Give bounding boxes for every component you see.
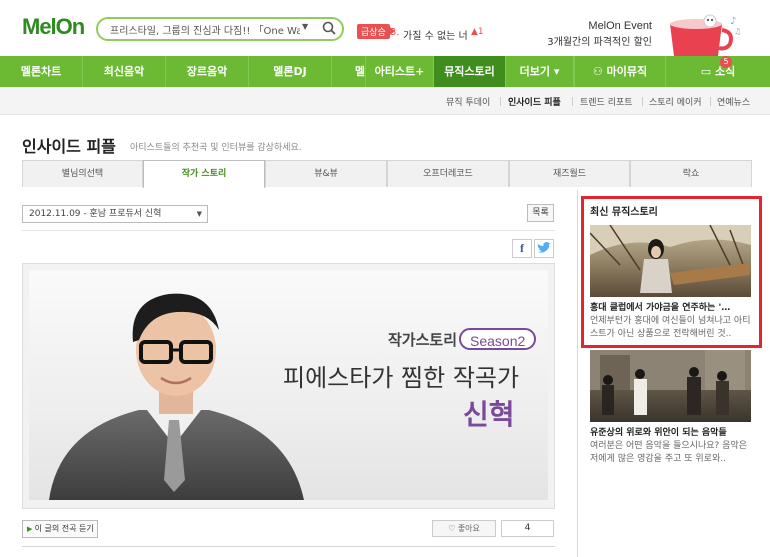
- banner-name: 신혁: [463, 398, 515, 431]
- chevron-down-icon: ▼: [196, 210, 202, 218]
- page-title: 인사이드 피플: [22, 137, 116, 156]
- divider: [22, 546, 555, 547]
- twitter-share-button[interactable]: [534, 239, 554, 258]
- header: MelOn 프리스타일, 그룹의 진심과 다짐!! 「One Way」 ▼ 급상…: [0, 0, 770, 61]
- listen-all-label: 이 글의 전곡 듣기: [34, 524, 94, 533]
- nav-music-story[interactable]: 뮤직스토리: [434, 56, 506, 87]
- svg-text:♪: ♪: [730, 16, 736, 27]
- street-musicians-photo: [590, 350, 751, 415]
- story-thumbnail[interactable]: [590, 350, 751, 422]
- main-nav: 멜론차트 최신음악 장르음악 멜론DJ 멜론TV 아티스트+ 뮤직스토리 더보기…: [0, 56, 770, 87]
- divider: [642, 97, 643, 106]
- hot-keyword-link[interactable]: 가질 수 없는 너: [403, 27, 468, 42]
- rank-change: ▲1: [471, 27, 484, 37]
- nav-melon-dj[interactable]: 멜론DJ: [249, 56, 332, 87]
- date-select[interactable]: 2012.11.09 - 훈남 프로듀서 신혁 ▼: [22, 205, 208, 223]
- story-headline-2[interactable]: 유준상의 위로와 위안이 되는 음악들: [590, 425, 752, 438]
- story-desc-2[interactable]: 여러분은 어떤 음악을 들으시나요? 음악은 저에게 많은 영감을 주고 또 위…: [590, 440, 752, 466]
- event-subtitle[interactable]: 3개월간의 파격적인 할인: [540, 33, 652, 48]
- event-title[interactable]: MelOn Event: [560, 20, 652, 32]
- search-input[interactable]: 프리스타일, 그룹의 진심과 다짐!! 「One Way」: [110, 22, 300, 37]
- tab-off-the-record[interactable]: 오프더레코드: [387, 160, 509, 187]
- heart-icon: ♡: [448, 524, 458, 533]
- divider: [500, 97, 501, 106]
- play-icon: ▶: [27, 525, 35, 533]
- coffee-cup-icon[interactable]: ♪ ♫: [664, 12, 740, 62]
- twitter-icon: [537, 242, 551, 253]
- listen-all-button[interactable]: ▶ 이 글의 전곡 듣기: [22, 520, 98, 538]
- facebook-share-button[interactable]: f: [512, 239, 532, 258]
- subnav-inside-people[interactable]: 인사이드 피플: [508, 95, 561, 108]
- my-music-label: 마이뮤직: [606, 65, 648, 78]
- divider: [710, 97, 711, 106]
- tab-rock-show[interactable]: 락쇼: [630, 160, 752, 187]
- subnav-music-today[interactable]: 뮤직 투데이: [446, 95, 490, 108]
- tab-view-and-view[interactable]: 뷰&뷰: [265, 160, 387, 187]
- nav-genre-music[interactable]: 장르음악: [166, 56, 249, 87]
- tab-writer-story[interactable]: 작가 스토리: [143, 160, 265, 188]
- subnav-story-maker[interactable]: 스토리 메이커: [649, 95, 702, 108]
- nav-my-music[interactable]: ⚇ 마이뮤직: [574, 56, 666, 87]
- nav-news[interactable]: ▭ 소식: [666, 56, 770, 87]
- divider: [572, 97, 573, 106]
- banner-headline: 피에스타가 찜한 작곡가: [283, 364, 520, 392]
- page-description: 아티스트들의 추천곡 및 인터뷰를 감상하세요.: [130, 143, 302, 153]
- tab-jazz-world[interactable]: 재즈월드: [509, 160, 630, 187]
- sub-nav: 뮤직 투데이 인사이드 피플 트렌드 리포트 스토리 메이커 연예뉴스: [0, 87, 770, 115]
- hot-badge: 급상승: [357, 24, 395, 39]
- hot-rank: 3.: [390, 27, 400, 38]
- column-divider: [577, 190, 578, 557]
- chevron-down-icon[interactable]: ▼: [302, 22, 308, 31]
- nav-artist-plus[interactable]: 아티스트+: [365, 56, 434, 87]
- subnav-trend-report[interactable]: 트렌드 리포트: [580, 95, 633, 108]
- date-select-value: 2012.11.09 - 훈남 프로듀서 신혁: [29, 209, 162, 219]
- divider: [22, 230, 555, 231]
- subnav-entertainment-news[interactable]: 연예뉴스: [717, 95, 750, 108]
- nav-more[interactable]: 더보기 ▾: [506, 56, 574, 87]
- svg-text:♫: ♫: [734, 27, 740, 36]
- like-label: 좋아요: [457, 524, 480, 533]
- person-icon: ⚇: [592, 65, 607, 78]
- like-count: 4: [501, 520, 554, 537]
- nav-melon-chart[interactable]: 멜론차트: [0, 56, 83, 87]
- nav-latest-music[interactable]: 최신음악: [83, 56, 166, 87]
- banner-series-label: 작가스토리: [388, 331, 458, 349]
- highlight-box: [581, 196, 762, 348]
- search-box[interactable]: 프리스타일, 그룹의 진심과 다짐!! 「One Way」 ▼: [96, 17, 344, 41]
- news-count-badge: 5: [720, 56, 732, 68]
- banner-season-pill: Season2: [459, 328, 537, 350]
- melon-logo[interactable]: MelOn: [22, 14, 85, 40]
- list-button[interactable]: 목록: [527, 204, 554, 222]
- tab-star-choice[interactable]: 별님의선택: [22, 160, 143, 187]
- chat-icon: ▭: [700, 65, 715, 78]
- category-tabs: 별님의선택 작가 스토리 뷰&뷰 오프더레코드 재즈월드 락쇼: [22, 160, 752, 188]
- search-icon[interactable]: [322, 21, 336, 35]
- like-button[interactable]: ♡ 좋아요: [432, 520, 496, 537]
